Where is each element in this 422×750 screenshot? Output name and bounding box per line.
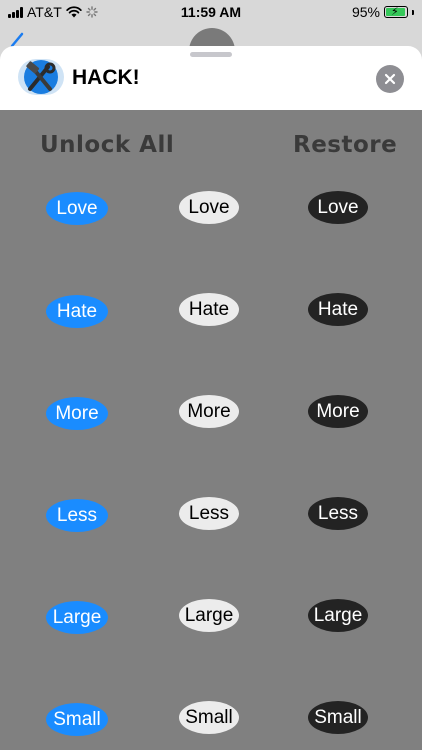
sheet-grabber[interactable] (190, 52, 232, 57)
sticker-blue-love[interactable]: Love (46, 192, 108, 225)
app-header: HACK! (0, 46, 422, 110)
hammer-wrench-icon (24, 60, 58, 94)
unlock-all-button[interactable]: Unlock All (40, 132, 174, 158)
sticker-black-large[interactable]: Large (308, 599, 368, 632)
sticker-black-small[interactable]: Small (308, 701, 368, 734)
sticker-blue-hate[interactable]: Hate (46, 295, 108, 328)
sticker-blue-small[interactable]: Small (46, 703, 108, 736)
sticker-blue-large[interactable]: Large (46, 601, 108, 634)
app-icon (18, 59, 64, 95)
sticker-black-hate[interactable]: Hate (308, 293, 368, 326)
sticker-blue-less[interactable]: Less (46, 499, 108, 532)
sticker-white-hate[interactable]: Hate (179, 293, 239, 326)
sticker-black-more[interactable]: More (308, 395, 368, 428)
sticker-white-less[interactable]: Less (179, 497, 239, 530)
restore-button[interactable]: Restore (293, 132, 397, 158)
status-bar: AT&T 11:59 AM 95% ⚡ (0, 0, 422, 24)
battery-icon: ⚡ (384, 6, 408, 18)
sticker-black-less[interactable]: Less (308, 497, 368, 530)
sticker-blue-more[interactable]: More (46, 397, 108, 430)
app-title: HACK! (72, 66, 140, 89)
close-icon (384, 73, 396, 85)
app-sheet: HACK! Unlock All Restore Love Love Love … (0, 46, 422, 750)
sticker-white-large[interactable]: Large (179, 599, 239, 632)
status-right: 95% ⚡ (352, 4, 414, 20)
sticker-panel: Unlock All Restore Love Love Love Hate H… (0, 110, 422, 750)
sticker-black-love[interactable]: Love (308, 191, 368, 224)
sticker-white-small[interactable]: Small (179, 701, 239, 734)
close-button[interactable] (376, 65, 404, 93)
battery-percent: 95% (351, 4, 380, 20)
sticker-white-love[interactable]: Love (179, 191, 239, 224)
battery-tip (412, 9, 414, 15)
sticker-white-more[interactable]: More (179, 395, 239, 428)
